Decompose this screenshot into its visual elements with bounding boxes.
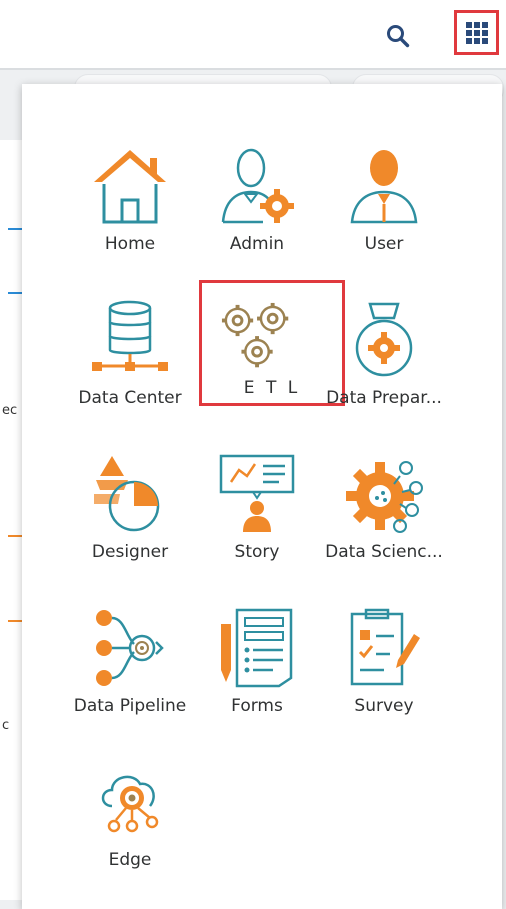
background-divider: [8, 292, 22, 294]
data-center-icon: [92, 300, 168, 371]
data-science-icon: [346, 461, 423, 533]
background-divider: [8, 228, 22, 230]
app-tile-user[interactable]: User: [311, 146, 457, 272]
data-pipeline-icon: [96, 610, 164, 686]
app-label: Survey: [354, 696, 414, 716]
home-icon: [94, 150, 166, 224]
app-tile-data-preparation[interactable]: Data Prepar...: [311, 300, 457, 426]
header-divider: [0, 68, 506, 70]
user-icon: [350, 150, 418, 224]
app-tile-data-science[interactable]: Data Scienc...: [311, 454, 457, 580]
survey-icon: [350, 608, 420, 686]
app-label: Data Center: [78, 388, 182, 408]
story-icon: [219, 454, 295, 532]
app-label: Data Prepar...: [326, 388, 442, 408]
apps-menu: Home Admin User Data Center E T L Data P…: [22, 84, 502, 909]
app-label: User: [364, 234, 404, 254]
app-label: Data Scienc...: [325, 542, 443, 562]
app-label: Forms: [231, 696, 283, 716]
app-tile-survey[interactable]: Survey: [311, 608, 457, 734]
app-tile-designer[interactable]: Designer: [57, 454, 203, 580]
search-button[interactable]: [382, 20, 414, 52]
app-label: Home: [104, 234, 156, 254]
app-tile-forms[interactable]: Forms: [184, 608, 330, 734]
app-label: Admin: [229, 234, 285, 254]
grid-apps-icon: [465, 21, 488, 44]
etl-gears-icon: [221, 302, 289, 368]
edge-cloud-icon: [101, 775, 159, 833]
app-tile-edge[interactable]: Edge: [57, 762, 203, 888]
designer-icon: [94, 456, 160, 532]
app-label: Story: [234, 542, 280, 562]
forms-icon: [221, 608, 293, 688]
background-panel: [0, 140, 22, 900]
background-text: ec: [2, 403, 18, 418]
background-divider: [8, 620, 22, 622]
apps-menu-button[interactable]: [454, 10, 499, 55]
app-tile-data-pipeline[interactable]: Data Pipeline: [57, 608, 203, 734]
background-divider: [8, 535, 22, 537]
app-label: Designer: [91, 542, 169, 562]
top-bar: [0, 0, 506, 68]
app-tile-story[interactable]: Story: [184, 454, 330, 580]
search-icon: [387, 25, 410, 48]
app-tile-home[interactable]: Home: [57, 146, 203, 272]
app-label: Edge: [108, 850, 152, 870]
data-preparation-icon: [355, 302, 413, 377]
app-label: Data Pipeline: [73, 696, 187, 716]
admin-icon: [221, 148, 294, 224]
background-text: c: [2, 718, 10, 733]
app-tile-admin[interactable]: Admin: [184, 146, 330, 272]
app-page: ec c Home Admin User Data Center E T L D…: [0, 0, 506, 909]
app-tile-data-center[interactable]: Data Center: [57, 300, 203, 426]
